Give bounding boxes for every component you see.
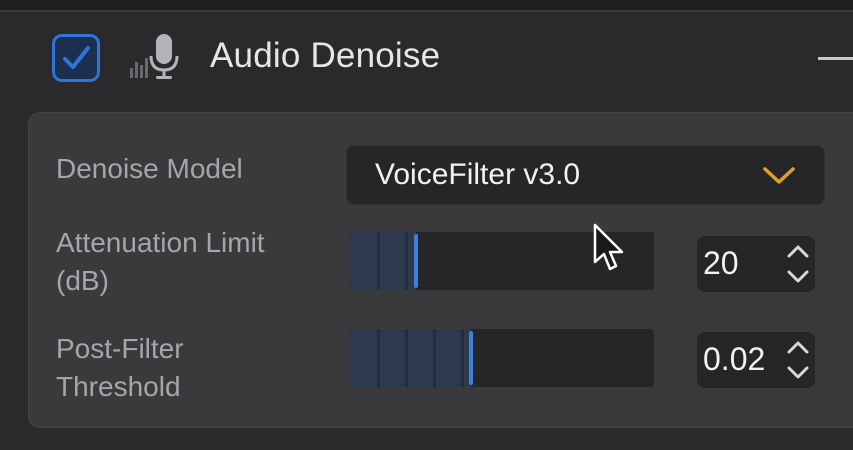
denoise-model-value: VoiceFilter v3.0 bbox=[375, 158, 581, 191]
slider-tick bbox=[433, 329, 436, 387]
slider-fill bbox=[349, 329, 471, 387]
microphone-levels-icon bbox=[130, 34, 179, 79]
slider-tick bbox=[405, 232, 408, 290]
denoise-model-dropdown[interactable]: VoiceFilter v3.0 bbox=[346, 145, 825, 205]
post-filter-threshold-label: Post-Filter Threshold bbox=[56, 330, 184, 406]
checkmark-icon bbox=[63, 46, 90, 69]
slider-tick bbox=[461, 329, 464, 387]
chevron-down-icon bbox=[763, 167, 795, 184]
attenuation-limit-value[interactable]: 20 bbox=[703, 245, 739, 282]
filter-window: Audio Denoise Denoise Model VoiceFilter … bbox=[0, 0, 853, 450]
post-filter-threshold-label-line1: Post-Filter bbox=[56, 333, 184, 364]
attenuation-limit-label: Attenuation Limit (dB) bbox=[56, 224, 265, 300]
slider-tick bbox=[405, 329, 408, 387]
post-filter-threshold-stepper[interactable]: 0.02 bbox=[697, 332, 815, 388]
stepper-arrows-icon[interactable] bbox=[785, 240, 811, 288]
attenuation-limit-stepper[interactable]: 20 bbox=[697, 236, 815, 292]
attenuation-limit-label-line1: Attenuation Limit bbox=[56, 227, 265, 258]
window-top-edge bbox=[0, 0, 853, 10]
post-filter-threshold-label-line2: Threshold bbox=[56, 371, 181, 402]
slider-tick bbox=[377, 329, 380, 387]
divider bbox=[0, 10, 853, 12]
attenuation-limit-label-line2: (dB) bbox=[56, 265, 109, 296]
stepper-arrows-icon[interactable] bbox=[785, 336, 811, 384]
mouse-cursor-icon bbox=[593, 223, 624, 271]
collapse-icon[interactable] bbox=[818, 57, 853, 60]
slider-handle[interactable] bbox=[469, 331, 473, 385]
post-filter-threshold-value[interactable]: 0.02 bbox=[703, 341, 765, 378]
slider-handle[interactable] bbox=[414, 234, 418, 288]
denoise-model-label: Denoise Model bbox=[56, 153, 243, 184]
enable-filter-checkbox[interactable] bbox=[52, 34, 100, 82]
post-filter-threshold-slider[interactable] bbox=[349, 329, 654, 387]
filter-title: Audio Denoise bbox=[210, 36, 441, 75]
slider-tick bbox=[377, 232, 380, 290]
